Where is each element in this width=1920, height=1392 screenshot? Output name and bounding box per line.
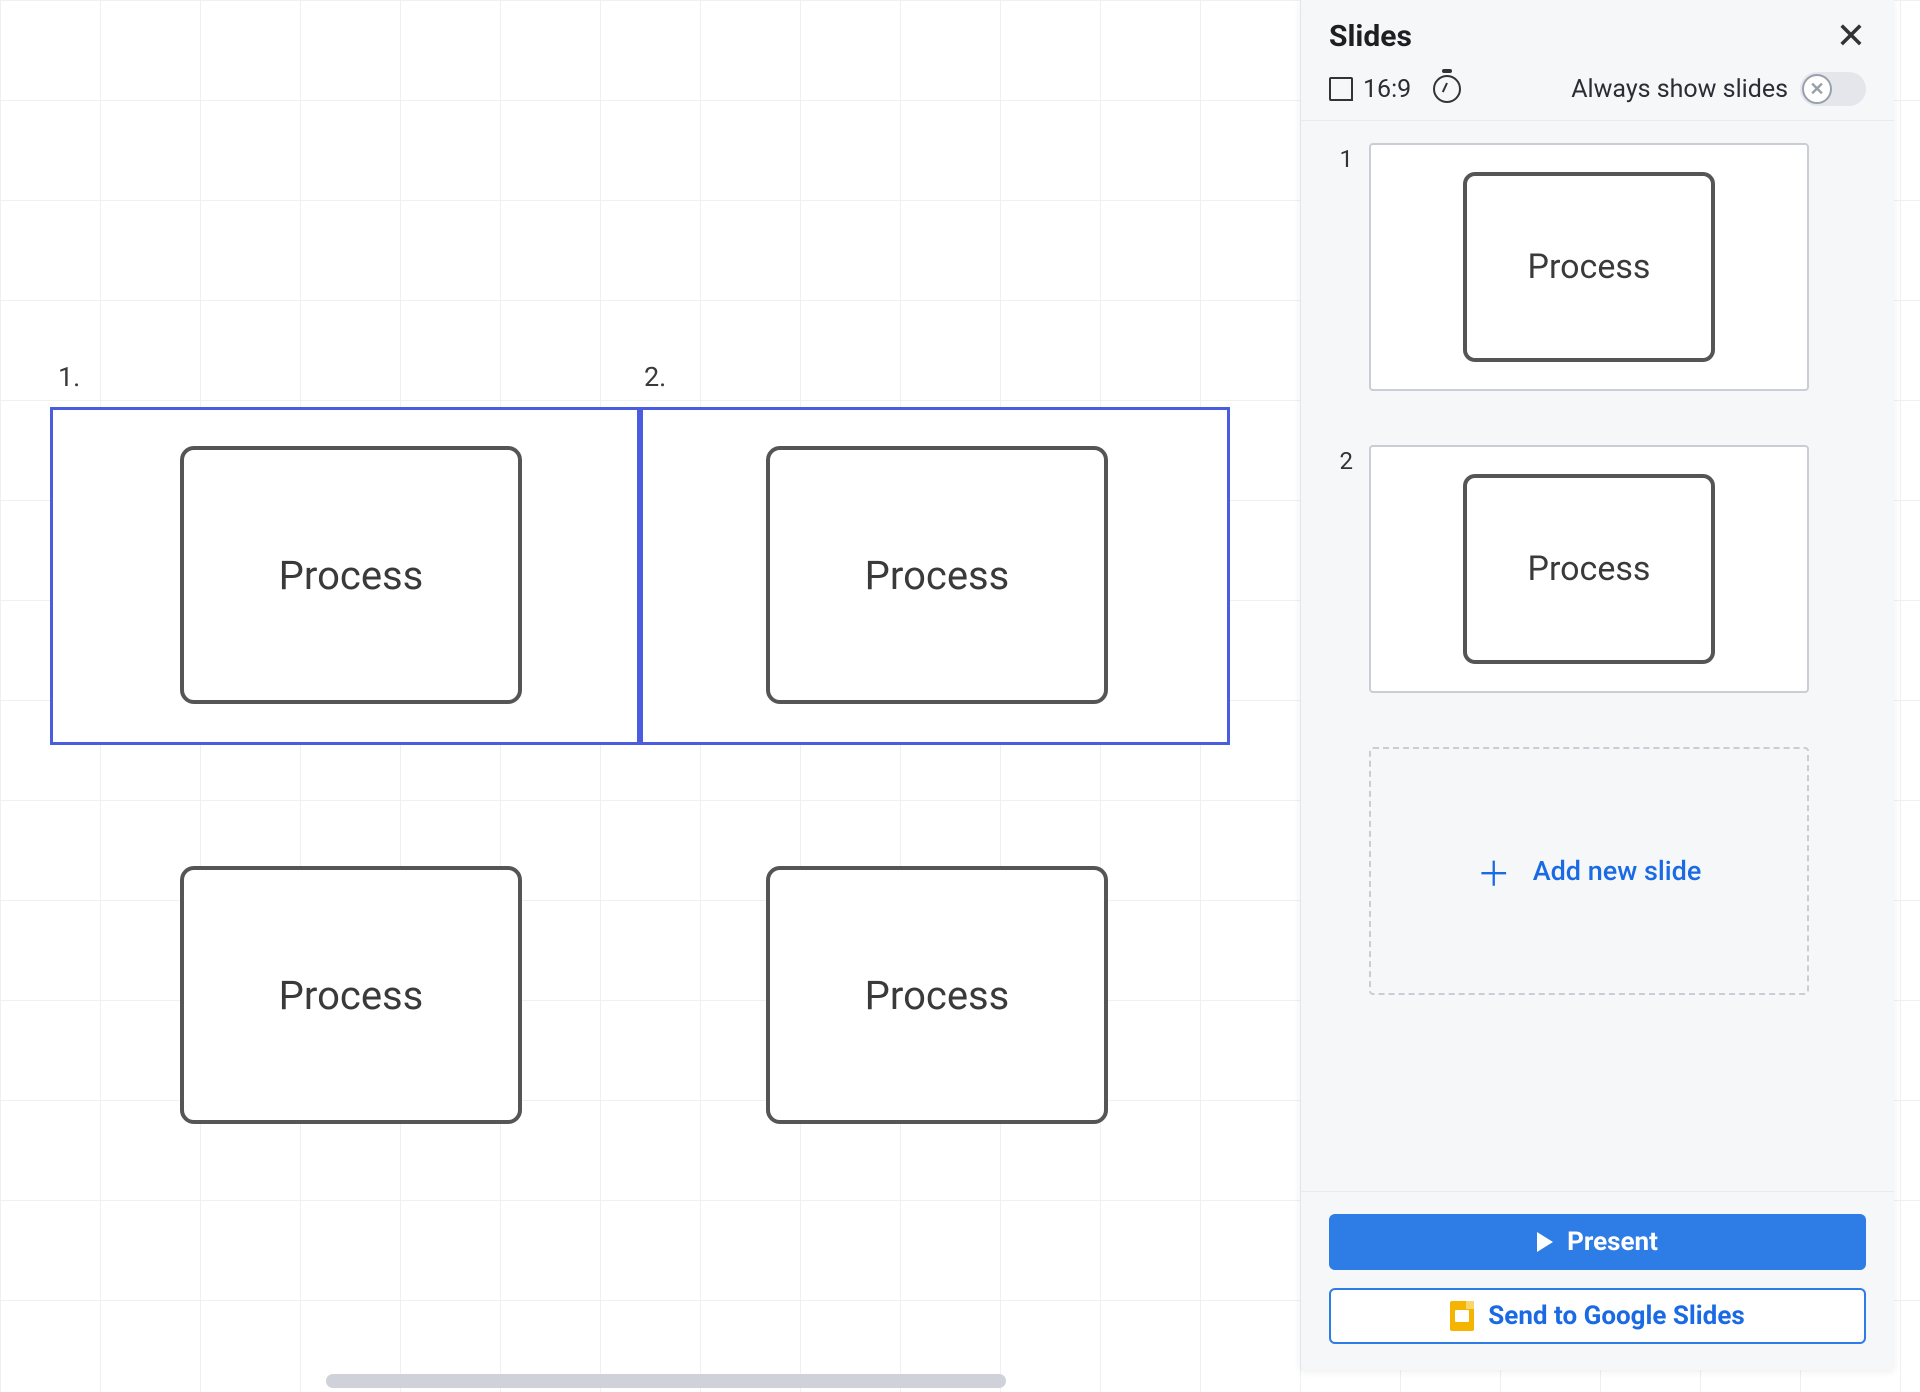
send-to-google-slides-button[interactable]: Send to Google Slides	[1329, 1288, 1866, 1344]
slide-thumbnail-1[interactable]: Process	[1369, 143, 1809, 391]
slides-panel: Slides ✕ 16:9 Always show slides ✕ 1 Pro…	[1300, 0, 1894, 1370]
slide-thumbnail-2[interactable]: Process	[1369, 445, 1809, 693]
toggle-knob-off-icon: ✕	[1802, 74, 1832, 104]
horizontal-scrollbar[interactable]	[326, 1374, 1006, 1388]
aspect-ratio-icon	[1329, 77, 1353, 101]
thumb-process-label: Process	[1528, 549, 1651, 589]
frame-label-2: 2.	[644, 361, 666, 393]
process-label: Process	[279, 972, 424, 1019]
aspect-ratio-button[interactable]: 16:9	[1329, 75, 1411, 104]
panel-toolbar: 16:9 Always show slides ✕	[1301, 64, 1894, 121]
always-show-slides-toggle[interactable]: ✕	[1800, 72, 1866, 106]
panel-header: Slides ✕	[1301, 0, 1894, 64]
thumb-process-shape: Process	[1463, 474, 1715, 664]
add-new-slide-button[interactable]: ＋ Add new slide	[1369, 747, 1809, 995]
frame-label-1: 1.	[58, 361, 80, 393]
slides-list: 1 Process 2 Process ＋ Add new slide	[1301, 121, 1894, 1191]
process-shape[interactable]: Process	[766, 866, 1108, 1124]
aspect-ratio-label: 16:9	[1363, 75, 1411, 104]
add-new-slide-label: Add new slide	[1533, 855, 1702, 887]
stopwatch-icon[interactable]	[1433, 75, 1461, 103]
slide-number: 2	[1329, 447, 1353, 475]
slide-row: 2 Process	[1329, 445, 1866, 693]
process-shape[interactable]: Process	[180, 446, 522, 704]
panel-title: Slides	[1329, 19, 1412, 54]
process-label: Process	[279, 552, 424, 599]
always-show-slides-label: Always show slides	[1571, 75, 1788, 104]
close-icon[interactable]: ✕	[1836, 18, 1866, 54]
present-label: Present	[1567, 1227, 1658, 1257]
panel-footer: Present Send to Google Slides	[1301, 1191, 1894, 1370]
slide-row: 1 Process	[1329, 143, 1866, 391]
thumb-process-shape: Process	[1463, 172, 1715, 362]
send-to-google-slides-label: Send to Google Slides	[1488, 1301, 1744, 1331]
process-label: Process	[865, 972, 1010, 1019]
process-shape[interactable]: Process	[180, 866, 522, 1124]
plus-icon: ＋	[1477, 847, 1511, 896]
present-button[interactable]: Present	[1329, 1214, 1866, 1270]
play-icon	[1537, 1232, 1553, 1252]
google-slides-icon	[1450, 1301, 1474, 1331]
process-label: Process	[865, 552, 1010, 599]
slide-number: 1	[1329, 145, 1353, 173]
thumb-process-label: Process	[1528, 247, 1651, 287]
process-shape[interactable]: Process	[766, 446, 1108, 704]
